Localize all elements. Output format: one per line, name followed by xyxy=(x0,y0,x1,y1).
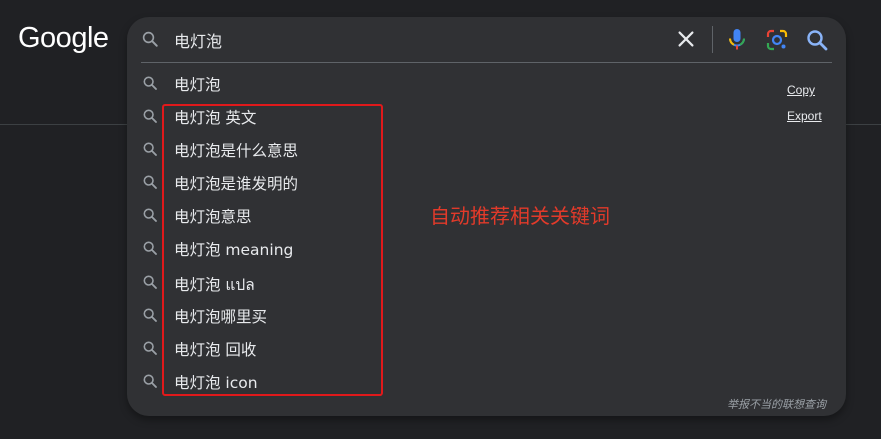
search-icon xyxy=(143,175,157,190)
suggestion-text: 电灯泡 แปล xyxy=(174,275,255,294)
search-input[interactable] xyxy=(174,28,654,52)
suggestion-item[interactable]: 电灯泡 xyxy=(127,67,767,100)
search-submit-icon[interactable] xyxy=(805,28,829,52)
suggestion-item[interactable]: 电灯泡 แปล xyxy=(127,266,767,299)
suggestion-text: 电灯泡哪里买 xyxy=(174,307,268,326)
search-bar xyxy=(127,17,846,62)
search-icon xyxy=(143,308,157,322)
search-icon xyxy=(143,275,157,289)
google-logo[interactable]: Google xyxy=(18,22,109,55)
search-icon xyxy=(143,341,157,355)
suggestion-item[interactable]: 电灯泡 icon xyxy=(127,365,767,398)
suggestion-text: 电灯泡 xyxy=(174,76,221,94)
suggestion-item[interactable]: 电灯泡 回收 xyxy=(127,332,767,365)
search-icon xyxy=(143,242,157,256)
toolbar-separator xyxy=(712,26,713,53)
suggestion-text: 电灯泡 icon xyxy=(174,373,258,392)
search-icon xyxy=(143,208,157,223)
microphone-icon[interactable] xyxy=(725,27,749,53)
report-suggestions-link[interactable]: 举报不当的联想查询 xyxy=(727,396,826,412)
search-icon xyxy=(143,142,157,157)
suggestion-text: 电灯泡 英文 xyxy=(174,109,257,128)
export-link[interactable]: Export xyxy=(787,109,822,123)
suggestion-item[interactable]: 电灯泡 meaning xyxy=(127,232,767,265)
page: Google 电灯泡 电灯泡 电灯泡 英文 电灯泡是什么意思 电灯泡是谁发明的 … xyxy=(0,0,881,439)
lens-camera-icon[interactable] xyxy=(765,28,789,52)
suggestion-item[interactable]: 电灯泡 英文 xyxy=(127,100,767,133)
side-links: Copy Export xyxy=(787,83,822,135)
search-divider xyxy=(141,62,832,63)
search-icon xyxy=(143,76,157,90)
annotation-label: 自动推荐相关关键词 xyxy=(430,204,610,228)
suggestion-item[interactable]: 电灯泡是谁发明的 xyxy=(127,166,767,199)
search-icon xyxy=(143,109,157,124)
suggestion-text: 电灯泡是谁发明的 xyxy=(174,175,299,194)
suggestion-text: 电灯泡 回收 xyxy=(174,340,257,359)
suggestion-item[interactable]: 电灯泡是什么意思 xyxy=(127,133,767,166)
copy-link[interactable]: Copy xyxy=(787,83,822,97)
search-icon xyxy=(142,31,158,47)
suggestion-text: 电灯泡 meaning xyxy=(174,241,294,260)
suggestion-item[interactable]: 电灯泡哪里买 xyxy=(127,299,767,332)
close-icon[interactable] xyxy=(675,28,697,50)
suggestion-text: 电灯泡是什么意思 xyxy=(174,142,299,161)
suggestion-list: 电灯泡 电灯泡 英文 电灯泡是什么意思 电灯泡是谁发明的 电灯泡意思 电灯泡 m… xyxy=(127,67,767,398)
search-icon xyxy=(143,374,157,388)
suggestion-text: 电灯泡意思 xyxy=(174,208,252,227)
